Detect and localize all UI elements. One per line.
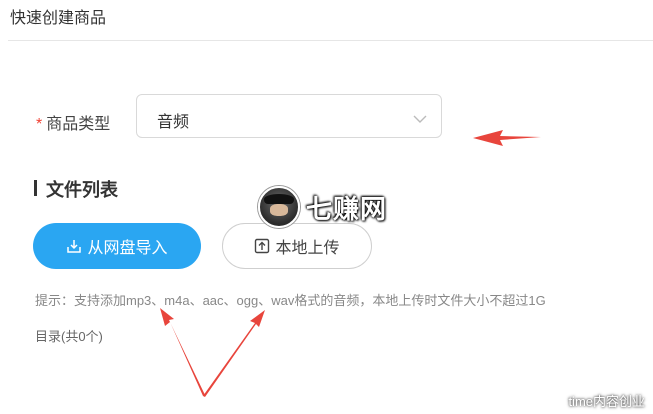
format-hint-text: 提示：支持添加mp3、m4a、aac、ogg、wav格式的音频，本地上传时文件大… <box>35 293 546 308</box>
directory-count: 目录(共0个) <box>35 329 103 344</box>
center-watermark-text: 七赚网 <box>306 193 388 224</box>
arrow-to-select <box>473 130 541 146</box>
page-title: 快速创建商品 <box>10 10 107 27</box>
product-type-value: 音频 <box>157 114 190 131</box>
local-upload-button[interactable]: 本地上传 <box>222 223 372 269</box>
quick-create-product-page: 快速创建商品 * 商品类型 音频 文件列表 从网盘导入 本地上传 提示：支持添加… <box>0 0 653 414</box>
arrow-to-mp3 <box>160 308 205 396</box>
upload-button-label: 本地上传 <box>275 240 340 257</box>
center-watermark: 七赚网 <box>258 186 387 228</box>
required-mark: * <box>36 116 43 133</box>
chevron-down-icon <box>413 111 427 129</box>
arrow-to-ogg <box>203 310 265 397</box>
download-box-icon <box>66 238 82 254</box>
import-button-label: 从网盘导入 <box>87 240 168 257</box>
file-list-section-title: 文件列表 <box>34 176 118 202</box>
corner-watermark-text: time内容创业 <box>568 394 645 409</box>
wechat-icon <box>546 393 565 409</box>
title-divider <box>8 40 653 41</box>
watermark-avatar-icon <box>258 186 300 228</box>
product-type-label: * 商品类型 <box>36 110 110 134</box>
import-from-netdisk-button[interactable]: 从网盘导入 <box>33 223 201 269</box>
upload-box-icon <box>254 238 270 254</box>
product-type-label-text: 商品类型 <box>46 116 111 133</box>
product-type-select[interactable]: 音频 <box>136 94 442 138</box>
corner-watermark: time内容创业 <box>546 391 645 410</box>
